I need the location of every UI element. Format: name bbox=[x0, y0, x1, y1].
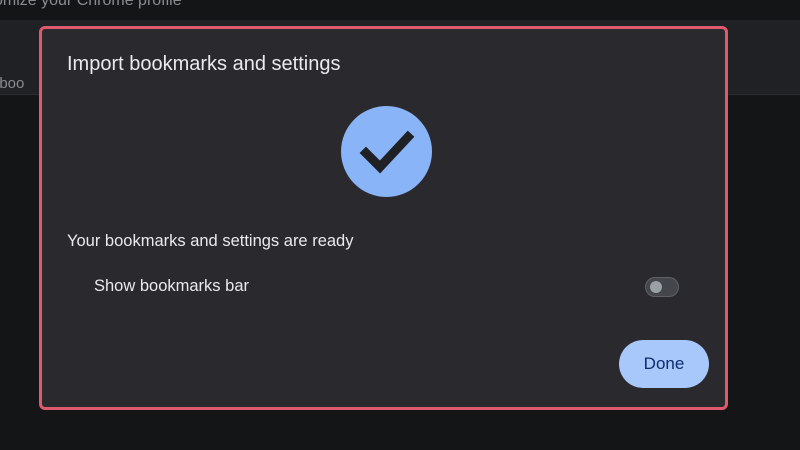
import-dialog: Import bookmarks and settings Your bookm… bbox=[39, 26, 728, 410]
status-message: Your bookmarks and settings are ready bbox=[67, 232, 354, 250]
toggle-knob bbox=[650, 281, 662, 293]
show-bookmarks-bar-label: Show bookmarks bar bbox=[94, 277, 249, 295]
show-bookmarks-bar-row[interactable]: Show bookmarks bar bbox=[94, 270, 679, 304]
checkmark-icon bbox=[341, 106, 432, 197]
dialog-title: Import bookmarks and settings bbox=[67, 53, 341, 75]
done-button[interactable]: Done bbox=[619, 340, 709, 388]
background-profile-heading: omize your Chrome profile bbox=[0, 0, 182, 9]
background-card-label: rt boo bbox=[0, 75, 25, 92]
show-bookmarks-bar-toggle[interactable] bbox=[645, 277, 679, 297]
